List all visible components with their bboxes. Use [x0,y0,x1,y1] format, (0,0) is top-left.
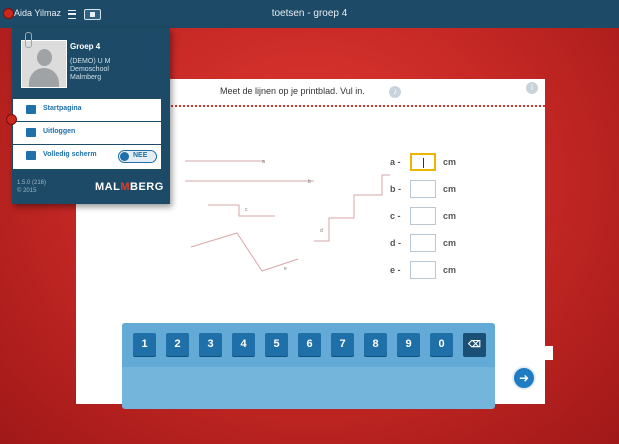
answer-label: c - [390,211,401,221]
sheet-tab [545,346,553,360]
key-9[interactable]: 9 [397,333,420,356]
answer-label: d - [390,238,401,248]
answer-row-c: c - cm [390,207,480,227]
number-keypad: 1 2 3 4 5 6 7 8 9 0 ⌫ [122,323,495,409]
key-4[interactable]: 4 [232,333,255,356]
menu-item-logout[interactable]: Uitloggen [13,122,161,145]
menu-item-label: Uitloggen [43,128,76,135]
user-menu: Startpagina Uitloggen Volledig scherm NE… [13,99,161,169]
answer-input-d[interactable] [410,234,436,252]
avatar-head [37,49,52,66]
home-icon [26,105,36,114]
line-label-a: a [262,159,265,165]
malmberg-logo: MALMBERG [95,181,164,193]
copyright-text: © 2015 [17,188,37,194]
unit-label: cm [443,238,457,248]
backspace-icon[interactable]: ⌫ [463,333,486,356]
line-e [190,232,299,272]
unit-label: cm [443,211,457,221]
red-marker-dot [6,114,17,125]
answer-input-e[interactable] [410,261,436,279]
answer-input-b[interactable] [410,180,436,198]
key-3[interactable]: 3 [199,333,222,356]
paperclip-icon [25,32,32,48]
answer-label: e - [390,265,401,275]
key-7[interactable]: 7 [331,333,354,356]
version-text: 1.5.0 (216) [17,180,47,186]
answer-row-d: d - cm [390,234,480,254]
line-label-b: b [308,179,311,185]
key-2[interactable]: 2 [166,333,189,356]
menu-item-label: Volledig scherm [43,151,97,158]
answer-input-a[interactable] [410,153,436,171]
group-name: Groep 4 [70,42,101,51]
menu-item-fullscreen: Volledig scherm NEE [13,145,161,167]
answer-label: b - [390,184,401,194]
keypad-key-row: 1 2 3 4 5 6 7 8 9 0 ⌫ [122,323,495,367]
red-marker-dot [3,8,14,19]
class-name: (DEMO) U M [70,58,111,65]
line-label-e: e [284,266,287,272]
top-bar: Aida Yilmaz toetsen - groep 4 [0,0,619,28]
line-d [314,174,390,242]
key-1[interactable]: 1 [133,333,156,356]
answer-row-b: b - cm [390,180,480,200]
menu-item-label: Startpagina [43,105,82,112]
unit-label: cm [443,265,457,275]
window-title: toetsen - groep 4 [271,8,348,19]
answer-label: a - [390,157,401,167]
line-c [208,204,275,217]
line-label-d: d [320,228,323,234]
unit-label: cm [443,157,457,167]
user-menu-panel: Groep 4 (DEMO) U M Demoschool Malmberg S… [12,28,170,204]
fullscreen-toggle[interactable]: NEE [118,150,157,163]
publisher-name: Malmberg [70,74,102,81]
answer-row-e: e - cm [390,261,480,281]
school-name: Demoschool [70,66,109,73]
fullscreen-icon [26,151,36,160]
logout-icon [26,128,36,137]
menu-item-home[interactable]: Startpagina [13,99,161,122]
toggle-label: NEE [133,152,148,159]
next-arrow-icon[interactable]: ➜ [512,366,536,390]
avatar-shoulders [29,68,59,87]
key-5[interactable]: 5 [265,333,288,356]
line-label-c: c [245,207,248,213]
toggle-knob [120,152,129,161]
key-8[interactable]: 8 [364,333,387,356]
answer-row-a: a - cm [390,153,480,173]
key-0[interactable]: 0 [430,333,453,356]
unit-label: cm [443,184,457,194]
answer-input-c[interactable] [410,207,436,225]
key-6[interactable]: 6 [298,333,321,356]
